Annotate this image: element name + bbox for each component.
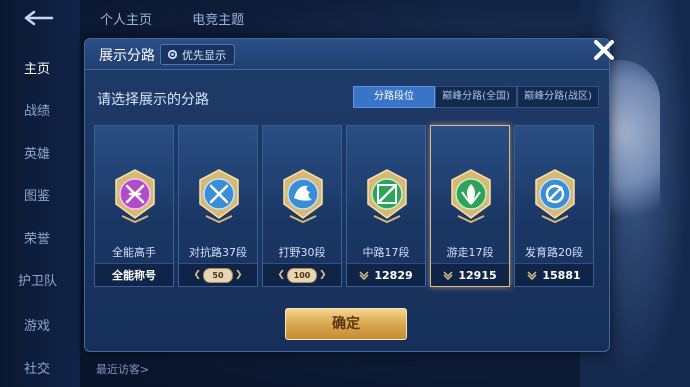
priority-display-label: 优先显示	[182, 48, 226, 62]
sidebar-item-hero[interactable]: 英雄	[24, 143, 50, 162]
lane-display-dialog: 展示分路 优先显示 请选择展示的分路 分路段位 巅峰分路(全国) 巅峰分路(战区…	[84, 38, 614, 352]
filter-tabs: 分路段位 巅峰分路(全国) 巅峰分路(战区)	[353, 86, 599, 108]
all-round-title: 全能称号	[112, 269, 156, 282]
card-footer: 12829	[347, 263, 425, 286]
selection-prompt: 请选择展示的分路	[97, 92, 209, 108]
card-label: 打野30段	[278, 246, 326, 259]
rank-badge-wings: ❮ 100 ❯	[277, 267, 327, 283]
card-footer: 15881	[515, 263, 593, 286]
rank-badge-wings: ❮ 50 ❯	[193, 267, 243, 283]
peak-score: 12829	[374, 268, 413, 282]
mid-lane-emblem-icon	[367, 169, 407, 224]
sidebar-item-honor[interactable]: 荣誉	[24, 228, 50, 247]
score-chevron-icon	[527, 271, 537, 280]
confirm-button[interactable]: 确定	[285, 308, 407, 340]
card-label: 发育路20段	[525, 246, 583, 259]
card-label: 中路17段	[362, 246, 410, 259]
sidebar-item-game[interactable]: 游戏	[24, 315, 50, 334]
filter-peak-region[interactable]: 巅峰分路(战区)	[517, 86, 599, 108]
lane-card-farm[interactable]: 发育路20段 15881	[514, 125, 594, 287]
rank-badge: 50	[203, 267, 233, 283]
card-label: 对抗路37段	[189, 246, 247, 259]
lane-card-clash[interactable]: 对抗路37段 ❮ 50 ❯	[178, 125, 258, 287]
lane-card-all-round[interactable]: 全能高手 全能称号	[94, 125, 174, 287]
close-icon[interactable]	[587, 33, 621, 67]
filter-lane-rank[interactable]: 分路段位	[353, 86, 435, 108]
rank-badge: 100	[287, 267, 317, 283]
all-round-emblem-icon	[115, 169, 155, 224]
tab-esports-theme[interactable]: 电竞主题	[192, 13, 244, 28]
dialog-title: 展示分路	[99, 48, 155, 64]
peak-score: 12915	[458, 268, 497, 282]
sidebar-item-record[interactable]: 战绩	[24, 100, 50, 119]
card-footer: 12915	[431, 263, 509, 286]
background-top-tabs: 个人主页 电竞主题	[100, 9, 280, 28]
lane-card-roam[interactable]: 游走17段 12915	[430, 125, 510, 287]
tab-personal-home[interactable]: 个人主页	[100, 13, 152, 28]
sidebar-item-collection[interactable]: 图鉴	[24, 185, 50, 204]
filter-peak-national[interactable]: 巅峰分路(全国)	[435, 86, 517, 108]
sidebar-item-home[interactable]: 主页	[24, 58, 50, 77]
roam-emblem-icon	[451, 169, 491, 224]
card-footer: ❮ 100 ❯	[263, 263, 341, 286]
back-arrow-icon[interactable]	[22, 8, 56, 28]
recent-visitors-link[interactable]: 最近访客>	[96, 361, 149, 377]
score-chevron-icon	[359, 271, 369, 280]
priority-display-button[interactable]: 优先显示	[160, 44, 235, 65]
farm-lane-emblem-icon	[535, 169, 575, 224]
clash-lane-emblem-icon	[199, 169, 239, 224]
gear-icon	[167, 49, 178, 60]
card-label: 全能高手	[112, 246, 156, 259]
dialog-header: 展示分路 优先显示	[85, 39, 609, 70]
jungle-emblem-icon	[283, 169, 323, 224]
lane-card-jungle[interactable]: 打野30段 ❮ 100 ❯	[262, 125, 342, 287]
score-chevron-icon	[443, 271, 453, 280]
card-label: 游走17段	[446, 246, 494, 259]
sidebar-item-guard[interactable]: 护卫队	[18, 270, 57, 289]
sidebar-item-social[interactable]: 社交	[24, 358, 50, 377]
card-footer: 全能称号	[95, 263, 173, 286]
card-footer: ❮ 50 ❯	[179, 263, 257, 286]
lane-card-mid[interactable]: 中路17段 12829	[346, 125, 426, 287]
lane-cards: 全能高手 全能称号 对抗路37段 ❮ 50 ❯ 打野30段 ❮ 100 ❯ 中路…	[94, 125, 594, 287]
peak-score: 15881	[542, 268, 581, 282]
